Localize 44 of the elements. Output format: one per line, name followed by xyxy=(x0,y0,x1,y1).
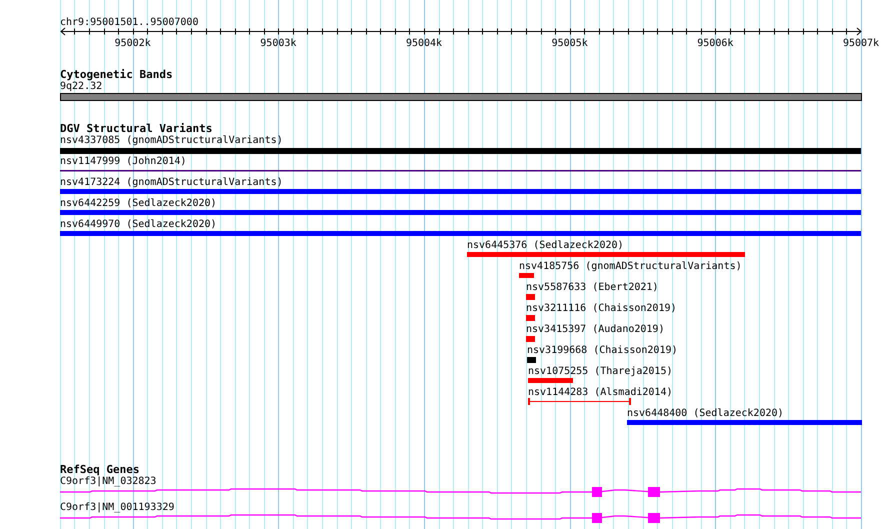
cytoband-bar[interactable] xyxy=(60,93,862,101)
feature-label: nsv4185756 (gnomADStructuralVariants) xyxy=(519,261,742,272)
tick-label: 95006k xyxy=(697,38,734,49)
feature-label: C9orf3|NM_001193329 xyxy=(60,502,174,513)
feature-label: nsv4337085 (gnomADStructuralVariants) xyxy=(60,135,283,146)
feature-label: nsv4173224 (gnomADStructuralVariants) xyxy=(60,177,283,188)
feature-label: 9q22.32 xyxy=(60,81,102,92)
feature-label: nsv6445376 (Sedlazeck2020) xyxy=(467,240,624,251)
variant-bar[interactable] xyxy=(60,189,861,194)
variant-bar[interactable] xyxy=(526,294,535,300)
feature-label: nsv5587633 (Ebert2021) xyxy=(526,282,658,293)
track-title: Cytogenetic Bands xyxy=(60,68,173,81)
feature-label: nsv6449970 (Sedlazeck2020) xyxy=(60,219,217,230)
track-title: DGV Structural Variants xyxy=(60,122,212,135)
variant-line[interactable] xyxy=(60,170,861,172)
feature-label: nsv3199668 (Chaisson2019) xyxy=(527,345,678,356)
tick-label: 95004k xyxy=(406,38,442,49)
feature-label: nsv6442259 (Sedlazeck2020) xyxy=(60,198,217,209)
feature-label: nsv1075255 (Thareja2015) xyxy=(528,366,672,377)
feature-label: nsv1147999 (John2014) xyxy=(60,156,186,167)
tick-label: 95007k xyxy=(842,38,880,49)
variant-bar[interactable] xyxy=(60,231,861,236)
track-title: RefSeq Genes xyxy=(60,463,140,476)
variant-range-drawing[interactable] xyxy=(528,398,631,405)
variant-bar[interactable] xyxy=(527,357,536,363)
tick-label: 95002k xyxy=(114,38,151,49)
feature-label: nsv1144283 (Alsmadi2014) xyxy=(528,387,672,398)
tick-label: 95005k xyxy=(552,38,588,49)
variant-bar[interactable] xyxy=(519,273,534,278)
tick-label: 95003k xyxy=(260,38,296,49)
feature-label: nsv3415397 (Audano2019) xyxy=(526,324,664,335)
feature-label: nsv6448400 (Sedlazeck2020) xyxy=(627,408,784,419)
feature-label: C9orf3|NM_032823 xyxy=(60,476,156,487)
variant-bar[interactable] xyxy=(467,252,745,257)
gene-model-drawing[interactable] xyxy=(60,513,861,523)
variant-bar[interactable] xyxy=(60,148,861,154)
feature-label: nsv3211116 (Chaisson2019) xyxy=(526,303,677,314)
variant-bar[interactable] xyxy=(528,378,573,383)
variant-bar[interactable] xyxy=(60,210,861,215)
variant-bar[interactable] xyxy=(526,336,535,342)
variant-bar[interactable] xyxy=(526,315,535,321)
variant-bar[interactable] xyxy=(627,420,862,425)
gene-model-drawing[interactable] xyxy=(60,487,861,497)
region-label: chr9:95001501..95007000 xyxy=(60,17,198,28)
